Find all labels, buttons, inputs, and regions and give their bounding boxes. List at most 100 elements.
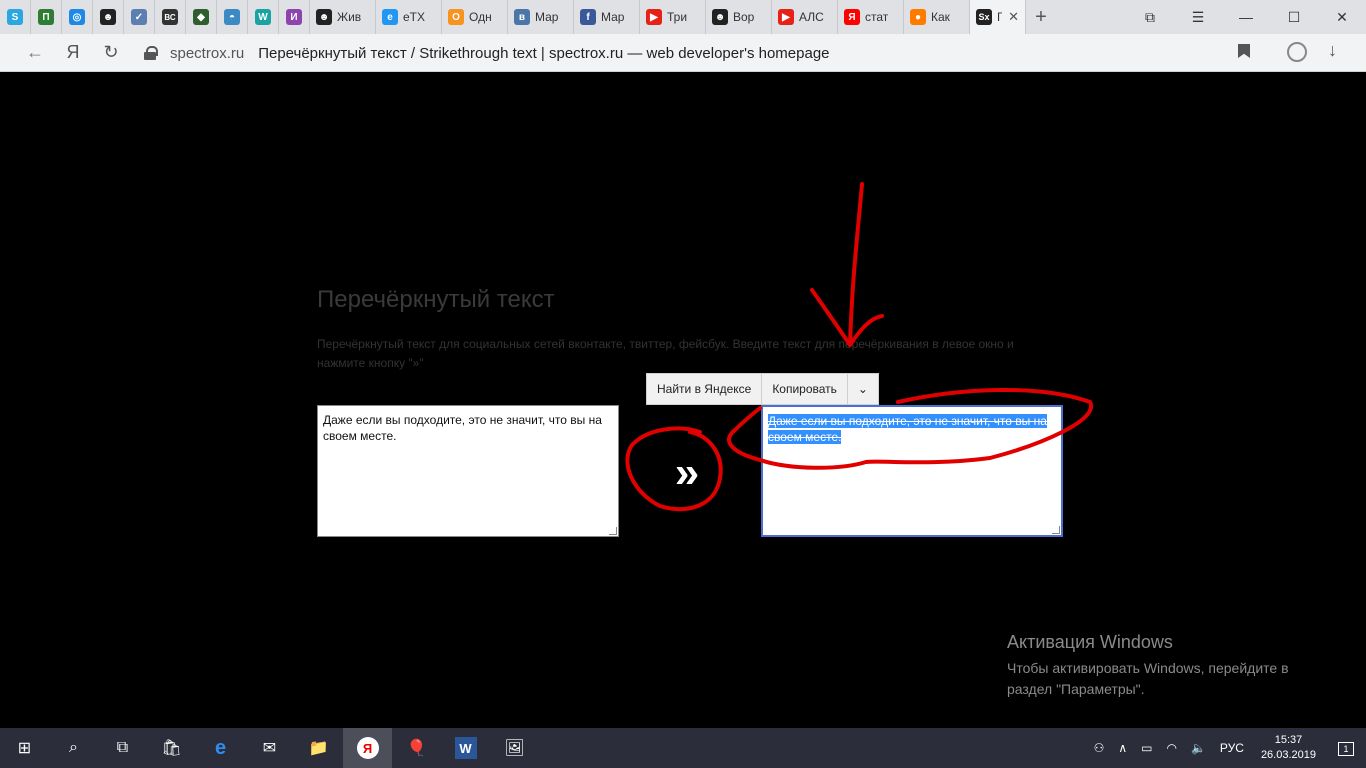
resize-grip-icon[interactable] [609, 527, 617, 535]
input-text: Даже если вы подходите, это не значит, ч… [323, 413, 602, 443]
people-icon[interactable]: ⚇ [1087, 741, 1112, 755]
tab-label: Как [931, 10, 950, 24]
chevron-down-icon[interactable]: ⌄ [848, 374, 878, 404]
menu-icon[interactable]: ☰ [1174, 0, 1222, 34]
address-bar: ← Я ↻ spectrox.ru Перечёркнутый текст / … [0, 34, 1366, 72]
download-icon[interactable]: ↓ [1328, 40, 1337, 61]
notifications-icon[interactable]: 1 [1326, 741, 1366, 756]
windows-taskbar: ⊞ ⌕ ⧉ 🛍 e ✉ 📁 Я 🎈 W 🖼 ⚇ ∧ ▭ ◠ 🔈 РУС 15:3… [0, 728, 1366, 768]
yandex-home-button[interactable]: Я [54, 34, 92, 72]
tab-favicon-icon: ▶ [646, 9, 662, 25]
browser-tab[interactable]: S [0, 0, 31, 34]
tab-favicon-icon: ✓ [131, 9, 147, 25]
close-window-button[interactable]: ✕ [1318, 0, 1366, 34]
tab-active[interactable]: Sx Г ✕ [970, 0, 1026, 34]
word-icon[interactable]: W [441, 728, 490, 768]
url-field[interactable]: spectrox.ru Перечёркнутый текст / Strike… [144, 38, 1264, 68]
tab-favicon-icon: О [448, 9, 464, 25]
tab-favicon-icon: П [38, 9, 54, 25]
tab-favicon-icon: ☻ [316, 9, 332, 25]
browser-tab[interactable]: ◆ [186, 0, 217, 34]
edge-icon[interactable]: e [196, 728, 245, 768]
globe-icon[interactable] [1287, 42, 1307, 62]
browser-tab[interactable]: ▶ АЛС [772, 0, 838, 34]
yandex-logo-icon: Я [356, 737, 379, 759]
tab-favicon-icon: W [255, 9, 271, 25]
search-icon[interactable]: ⌕ [49, 728, 98, 768]
mail-icon[interactable]: ✉ [245, 728, 294, 768]
wifi-icon[interactable]: ◠ [1159, 741, 1183, 755]
tab-favicon-icon: f [580, 9, 596, 25]
language-indicator[interactable]: РУС [1213, 741, 1251, 755]
tab-active-label: Г [997, 10, 1002, 24]
search-yandex-button[interactable]: Найти в Яндексе [647, 374, 763, 404]
back-button[interactable]: ← [16, 34, 54, 72]
tab-favicon-icon: ☻ [712, 9, 728, 25]
page-title-in-omnibox: Перечёркнутый текст / Strikethrough text… [258, 44, 830, 62]
start-button[interactable]: ⊞ [0, 728, 49, 768]
tab-label: стат [865, 10, 889, 24]
page-title: Перечёркнутый текст [317, 286, 555, 313]
task-view-icon[interactable]: ⧉ [98, 728, 147, 768]
tab-label: Мар [535, 10, 559, 24]
browser-tab[interactable]: Ястат [838, 0, 904, 34]
close-tab-icon[interactable]: ✕ [1008, 9, 1019, 25]
browser-tab[interactable]: в Мар [508, 0, 574, 34]
tab-favicon-icon: S [7, 9, 23, 25]
store-icon[interactable]: 🛍 [147, 728, 196, 768]
output-selected-text: Даже если вы подходите, это не значит, ч… [768, 414, 1047, 444]
bookmarks-icon[interactable]: ⧉ [1126, 0, 1174, 34]
new-tab-button[interactable]: + [1026, 6, 1056, 29]
minimize-button[interactable]: — [1222, 0, 1270, 34]
browser-tab[interactable]: П [31, 0, 62, 34]
browser-tab[interactable]: ◎ [62, 0, 93, 34]
tab-favicon-icon: в [514, 9, 530, 25]
photos-icon[interactable]: 🖼 [490, 728, 539, 768]
tab-favicon-icon: e [382, 9, 398, 25]
activation-heading: Активация Windows [1007, 632, 1173, 652]
word-logo-icon: W [454, 737, 477, 759]
reload-button[interactable]: ↻ [92, 34, 130, 72]
yandex-browser-icon[interactable]: Я [343, 728, 392, 768]
browser-tab[interactable]: W [248, 0, 279, 34]
browser-tab[interactable]: ☻ Жив [310, 0, 376, 34]
page-description: Перечёркнутый текст для социальных сетей… [317, 337, 1014, 370]
browser-tab[interactable]: ◓ [217, 0, 248, 34]
browser-tab[interactable]: f Мар [574, 0, 640, 34]
browser-tab[interactable]: И [279, 0, 310, 34]
browser-tab[interactable]: ✓ [124, 0, 155, 34]
tab-label: АЛС [799, 10, 824, 24]
browser-tab[interactable]: О Одн [442, 0, 508, 34]
browser-tab[interactable]: ● Как [904, 0, 970, 34]
output-textarea[interactable]: Даже если вы подходите, это не значит, ч… [761, 405, 1063, 537]
browser-tab[interactable]: ☻ Вор [706, 0, 772, 34]
resize-grip-icon[interactable] [1052, 526, 1060, 534]
tab-favicon-icon: ● [910, 9, 926, 25]
tab-label: Одн [469, 10, 492, 24]
tab-strip: S П ◎ ☻ ✓ ВС ◆ ◓ W И ☻ Жив e eTX О Одн в Мар f Мар ▶ Три ☻ Вор ▶… [0, 0, 1366, 34]
tab-label: Мар [601, 10, 625, 24]
browser-tab[interactable]: ВС [155, 0, 186, 34]
copy-button[interactable]: Копировать [762, 374, 848, 404]
tab-label: eTX [403, 10, 426, 24]
tab-favicon-icon: ◆ [193, 9, 209, 25]
tab-favicon-icon: Я [844, 9, 860, 25]
input-textarea[interactable]: Даже если вы подходите, это не значит, ч… [317, 405, 619, 537]
browser-tab[interactable]: ▶ Три [640, 0, 706, 34]
file-explorer-icon[interactable]: 📁 [294, 728, 343, 768]
sound-icon[interactable]: 🔈 [1184, 741, 1213, 755]
selection-context-menu: Найти в Яндексе Копировать ⌄ [646, 373, 879, 405]
maximize-button[interactable]: ☐ [1270, 0, 1318, 34]
convert-button[interactable]: » [664, 451, 710, 498]
battery-icon[interactable]: ▭ [1134, 741, 1159, 755]
paint-icon[interactable]: 🎈 [392, 728, 441, 768]
browser-tab[interactable]: ☻ [93, 0, 124, 34]
clock[interactable]: 15:37 26.03.2019 [1251, 733, 1326, 763]
browser-tab[interactable]: e eTX [376, 0, 442, 34]
activation-text: Чтобы активировать Windows, перейдите в … [1007, 660, 1289, 697]
tab-favicon-icon: ▶ [778, 9, 794, 25]
tab-favicon-icon: И [286, 9, 302, 25]
system-tray: ⚇ ∧ ▭ ◠ 🔈 РУС 15:37 26.03.2019 1 [1087, 728, 1366, 768]
tab-label: Вор [733, 10, 755, 24]
chevron-up-icon[interactable]: ∧ [1111, 741, 1134, 755]
